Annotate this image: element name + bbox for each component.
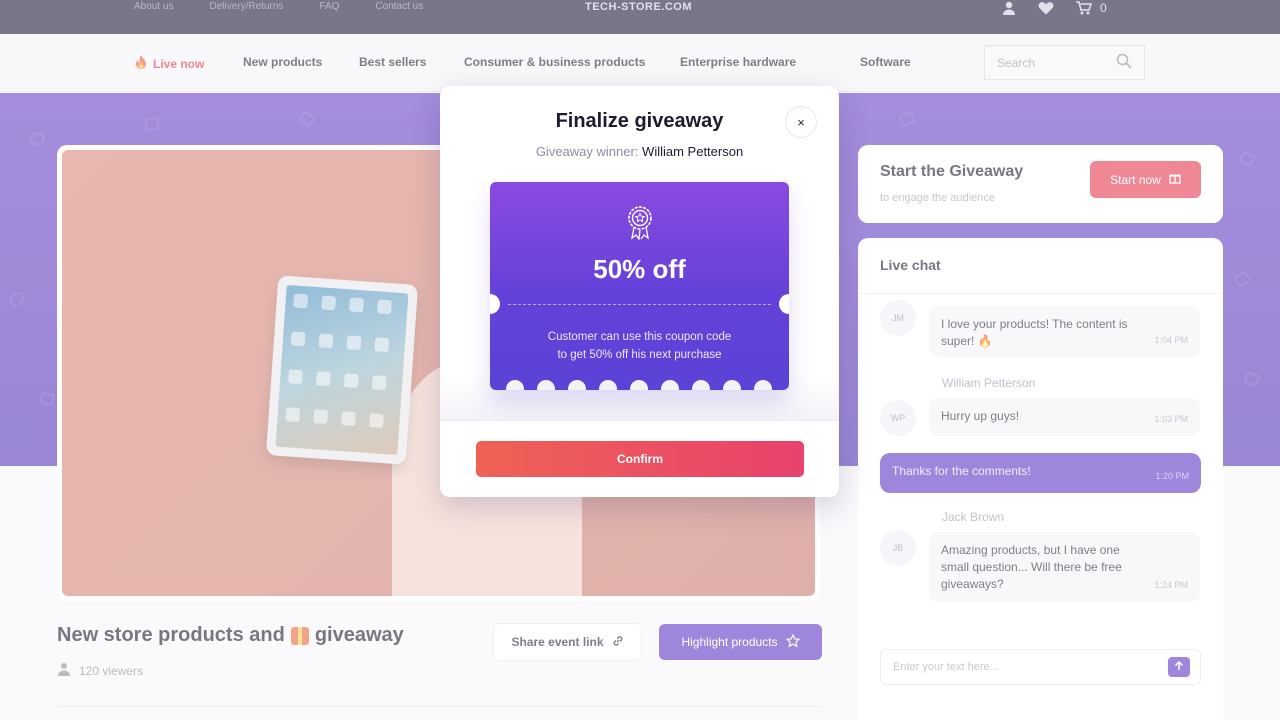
- coupon-description: Customer can use this coupon code to get…: [490, 328, 789, 364]
- coupon-value: 50% off: [593, 254, 686, 284]
- close-button[interactable]: ×: [785, 106, 817, 138]
- coupon-divider: [508, 304, 771, 305]
- giveaway-winner: Giveaway winner: William Petterson: [440, 144, 839, 159]
- coupon-description-line: to get 50% off his next purchase: [557, 349, 722, 361]
- winner-name: William Petterson: [642, 144, 744, 159]
- coupon-notch: [779, 294, 789, 314]
- finalize-giveaway-modal: Finalize giveaway Giveaway winner: Willi…: [440, 86, 839, 497]
- close-icon: ×: [797, 114, 805, 130]
- coupon-card: 50% off Customer can use this coupon cod…: [490, 182, 789, 390]
- coupon-description-line: Customer can use this coupon code: [547, 331, 732, 343]
- confirm-button[interactable]: Confirm: [476, 441, 804, 477]
- award-badge-icon: [624, 204, 656, 241]
- coupon-notch: [490, 294, 500, 314]
- coupon-scallop-edge: [506, 380, 772, 390]
- modal-title: Finalize giveaway: [555, 110, 724, 132]
- winner-label: Giveaway winner:: [535, 144, 639, 159]
